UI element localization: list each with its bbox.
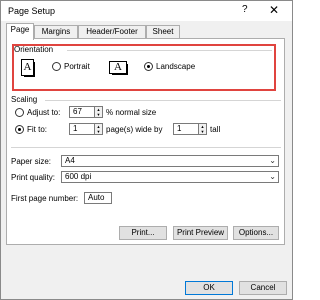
fit-to-label[interactable]: Fit to:	[27, 125, 47, 134]
window-title: Page Setup	[8, 6, 56, 16]
fit-to-radio[interactable]	[15, 125, 24, 134]
paper-size-value: A4	[65, 156, 75, 165]
print-preview-button[interactable]: Print Preview	[173, 226, 228, 240]
ok-button[interactable]: OK	[185, 281, 233, 295]
tab-margins[interactable]: Margins	[34, 25, 78, 39]
fit-wide-input[interactable]: 1	[69, 123, 95, 135]
orientation-label: Orientation	[14, 45, 54, 54]
print-quality-select[interactable]: 600 dpi ⌄	[61, 171, 279, 183]
portrait-icon-letter: A	[23, 61, 32, 73]
scaling-bottom-divider	[11, 147, 281, 148]
adjust-percent-input[interactable]: 67	[69, 106, 95, 118]
print-quality-value: 600 dpi	[65, 172, 92, 181]
paper-size-chevron-down-icon[interactable]: ⌄	[269, 156, 276, 166]
tab-sheet[interactable]: Sheet	[146, 25, 180, 39]
portrait-radio[interactable]	[52, 62, 61, 71]
paper-size-label: Paper size:	[11, 157, 52, 166]
close-icon[interactable]: ✕	[269, 3, 279, 17]
portrait-label[interactable]: Portrait	[64, 62, 90, 71]
adjust-to-radio[interactable]	[15, 108, 24, 117]
fit-tall-suffix: tall	[210, 125, 221, 134]
orientation-divider	[67, 50, 272, 51]
adjust-percent-spinner[interactable]: ▲ ▼	[95, 106, 103, 118]
print-quality-chevron-down-icon[interactable]: ⌄	[269, 172, 276, 182]
tab-page[interactable]: Page	[6, 23, 34, 40]
adjust-to-label[interactable]: Adjust to:	[27, 108, 60, 117]
print-quality-label: Print quality:	[11, 173, 56, 182]
portrait-page-icon: A	[21, 59, 35, 77]
help-icon[interactable]: ?	[242, 4, 248, 15]
page-setup-dialog: Page Setup ? ✕ Page Margins Header/Foote…	[0, 0, 293, 300]
title-bar: Page Setup ? ✕	[1, 1, 292, 21]
fit-wide-suffix: page(s) wide by	[106, 125, 163, 134]
first-page-number-input[interactable]: Auto	[84, 192, 112, 204]
landscape-page-icon: A	[109, 61, 128, 75]
tab-header-footer[interactable]: Header/Footer	[78, 25, 146, 39]
paper-size-select[interactable]: A4 ⌄	[61, 155, 279, 167]
adjust-percent-suffix: % normal size	[106, 108, 157, 117]
page-tab-panel: Orientation A Portrait A Landscape Scali…	[6, 38, 285, 245]
first-page-number-label: First page number:	[11, 194, 79, 203]
cancel-button[interactable]: Cancel	[239, 281, 287, 295]
print-button[interactable]: Print...	[119, 226, 167, 240]
fit-tall-input[interactable]: 1	[173, 123, 199, 135]
landscape-radio[interactable]	[144, 62, 153, 71]
landscape-label[interactable]: Landscape	[156, 62, 195, 71]
fit-tall-spinner[interactable]: ▲ ▼	[199, 123, 207, 135]
options-button[interactable]: Options...	[233, 226, 279, 240]
scaling-label: Scaling	[11, 95, 38, 104]
scaling-divider	[45, 100, 281, 101]
fit-wide-spinner[interactable]: ▲ ▼	[95, 123, 103, 135]
landscape-icon-letter: A	[114, 61, 122, 73]
